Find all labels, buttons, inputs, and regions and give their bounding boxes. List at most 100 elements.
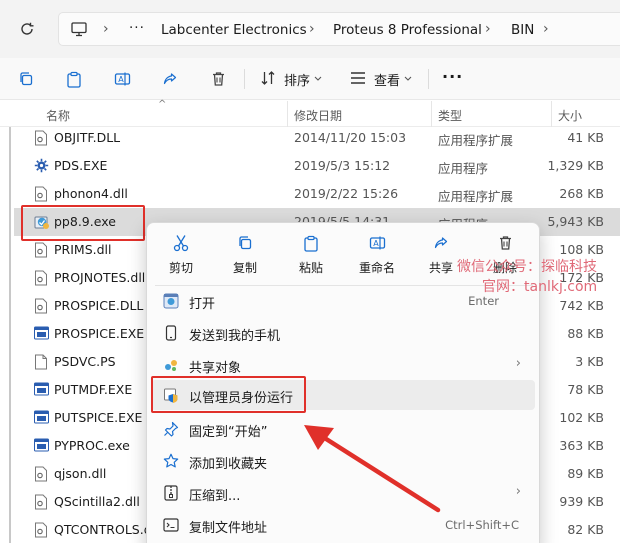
toolbar-cut-button[interactable] (15, 68, 37, 90)
paste-icon (301, 233, 321, 253)
sort-button[interactable]: 排序 (258, 66, 328, 92)
toolbar-delete-button[interactable] (207, 68, 229, 90)
menu-item-label: 发送到我的手机 (189, 329, 281, 344)
file-name: qjson.dll (54, 466, 107, 481)
file-size: 78 KB (567, 382, 604, 397)
column-header-type[interactable]: 类型 (438, 107, 462, 124)
file-name: PROSPICE.DLL (54, 298, 144, 313)
file-name: PUTMDF.EXE (54, 382, 133, 397)
trash-icon (495, 233, 515, 253)
column-header-name[interactable]: 名称 (46, 107, 70, 124)
toolbar-divider (428, 69, 429, 89)
breadcrumb-separator: › (103, 21, 109, 37)
breadcrumb-labcenter[interactable]: Labcenter Electronics (161, 22, 307, 38)
file-type: 应用程序扩展 (438, 189, 514, 204)
menu-item-label: 固定到“开始” (189, 425, 268, 440)
toolbar-paste-button[interactable] (63, 68, 85, 90)
exe-window-icon (34, 438, 49, 454)
toolbar-rename-button[interactable]: A (111, 68, 133, 90)
highlight-box-run-as-admin (151, 376, 306, 413)
paste-icon (67, 71, 81, 88)
dll-icon (34, 298, 48, 314)
svg-text:A: A (118, 75, 124, 84)
view-button[interactable]: 查看 (348, 66, 418, 92)
context-paste-button[interactable]: 粘贴 (281, 233, 341, 277)
monitor-icon (71, 22, 87, 37)
share-object-icon (163, 357, 179, 373)
copy-icon (235, 233, 255, 253)
file-name: phonon4.dll (54, 186, 128, 201)
context-rename-button[interactable]: A 重命名 (347, 233, 407, 277)
menu-item-open[interactable]: 打开 Enter (151, 286, 535, 316)
context-paste-label: 粘贴 (298, 261, 323, 275)
toolbar-share-button[interactable] (159, 68, 181, 90)
file-size: 88 KB (567, 326, 604, 341)
pin-icon (163, 421, 179, 437)
file-name: PSDVC.PS (54, 354, 116, 369)
exe-gear-icon (34, 158, 49, 174)
sort-ascending-icon: ^ (158, 99, 167, 110)
chevron-down-icon (404, 76, 412, 81)
sort-icon (261, 71, 275, 85)
dll-icon (34, 270, 48, 286)
breadcrumb-bin[interactable]: BIN (511, 22, 534, 38)
dll-icon (34, 494, 48, 510)
dll-icon (34, 186, 48, 202)
scissors-icon (171, 233, 191, 253)
rename-icon: A (114, 72, 130, 86)
share-icon (431, 233, 451, 253)
file-name: PDS.EXE (54, 158, 108, 173)
file-name: PUTSPICE.EXE (54, 410, 143, 425)
file-size: 742 KB (559, 298, 604, 313)
zip-icon (163, 485, 179, 501)
file-date: 2019/5/3 15:12 (294, 158, 391, 173)
file-type: 应用程序 (438, 161, 489, 176)
chevron-down-icon (314, 76, 322, 81)
file-date: 2019/2/22 15:26 (294, 186, 399, 201)
file-size: 41 KB (567, 130, 604, 145)
breadcrumb-proteus[interactable]: Proteus 8 Professional (333, 22, 482, 38)
view-lines-icon (351, 72, 365, 84)
address-bar[interactable]: › ··· Labcenter Electronics › Proteus 8 … (58, 12, 620, 46)
rename-icon: A (367, 233, 387, 253)
file-size: 268 KB (559, 186, 604, 201)
breadcrumb-dropdown-chevron[interactable]: › (543, 21, 549, 37)
breadcrumb-more-button[interactable]: ··· (129, 20, 145, 36)
breadcrumb-separator: › (485, 21, 491, 37)
more-options-button[interactable]: ··· (442, 67, 463, 86)
dll-icon (34, 242, 48, 258)
refresh-button[interactable] (14, 17, 40, 41)
submenu-arrow-icon: › (515, 356, 521, 371)
column-header-size[interactable]: 大小 (558, 107, 582, 124)
file-size: 3 KB (575, 354, 604, 369)
file-row-objitf[interactable]: OBJITF.DLL 2014/11/20 15:03 应用程序扩展 41 KB (14, 124, 620, 152)
file-row-phonon4[interactable]: phonon4.dll 2019/2/22 15:26 应用程序扩展 268 K… (14, 180, 620, 208)
toolbar-divider (244, 69, 245, 89)
navigation-pane-edge (9, 127, 11, 543)
dll-icon (34, 522, 48, 538)
context-copy-button[interactable]: 复制 (215, 233, 275, 277)
view-label: 查看 (374, 74, 401, 89)
file-size: 89 KB (567, 466, 604, 481)
file-name: QScintilla2.dll (54, 494, 140, 509)
watermark-wechat: 微信公众号：探临科技 (457, 259, 597, 275)
file-size: 5,943 KB (547, 214, 604, 229)
exe-window-icon (34, 382, 49, 398)
file-date: 2014/11/20 15:03 (294, 130, 407, 145)
menu-item-label: 复制文件地址 (189, 521, 268, 536)
blank-file-icon (34, 354, 48, 370)
menu-item-label: 添加到收藏夹 (189, 457, 268, 472)
command-bar: A 排序 查看 ··· (0, 58, 620, 100)
file-size: 939 KB (559, 494, 604, 509)
menu-item-shortcut: Enter (468, 294, 499, 308)
context-cut-label: 剪切 (168, 261, 193, 275)
submenu-arrow-icon: › (515, 484, 521, 499)
exe-window-icon (34, 410, 49, 426)
breadcrumb-separator: › (309, 21, 315, 37)
context-cut-button[interactable]: 剪切 (151, 233, 211, 277)
dll-icon (34, 130, 48, 146)
file-row-pds[interactable]: PDS.EXE 2019/5/3 15:12 应用程序 1,329 KB (14, 152, 620, 180)
menu-item-send-to-phone[interactable]: 发送到我的手机 (151, 318, 535, 348)
refresh-icon (21, 22, 34, 35)
column-header-date[interactable]: 修改日期 (294, 107, 342, 124)
